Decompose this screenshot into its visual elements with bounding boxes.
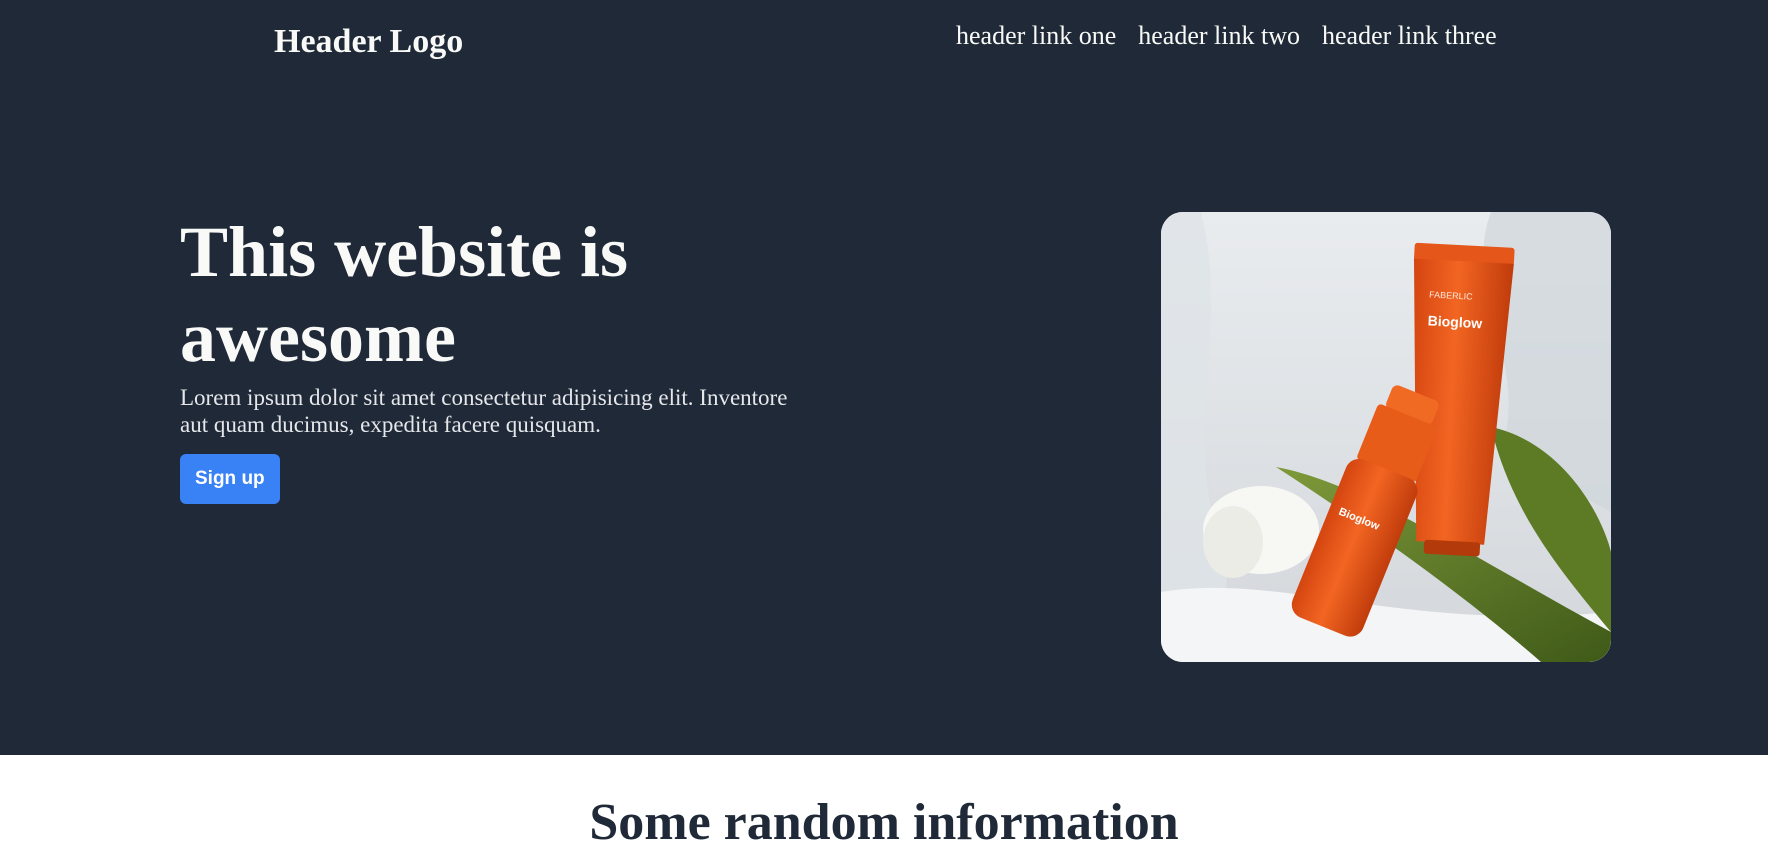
hero-title: This website is awesome xyxy=(180,212,629,377)
info-section-title: Some random information xyxy=(589,794,1179,851)
tube-product-name: Bioglow xyxy=(1427,312,1482,331)
header-link-three[interactable]: header link three xyxy=(1322,16,1497,56)
hero-description: Lorem ipsum dolor sit amet consectetur a… xyxy=(180,385,788,437)
hero-section: Header Logo header link one header link … xyxy=(0,0,1768,755)
hero-product-image: FABERLIC Bioglow Bioglow xyxy=(1161,212,1611,662)
hero-text-block: This website is awesome Lorem ipsum dolo… xyxy=(180,210,820,504)
header-link-one[interactable]: header link one xyxy=(956,16,1116,56)
header-nav: header link one header link two header l… xyxy=(956,16,1497,56)
product-photo-illustration: FABERLIC Bioglow Bioglow xyxy=(1161,212,1611,662)
signup-button[interactable]: Sign up xyxy=(180,454,280,504)
header-link-two[interactable]: header link two xyxy=(1138,16,1300,56)
header-logo[interactable]: Header Logo xyxy=(274,18,463,66)
